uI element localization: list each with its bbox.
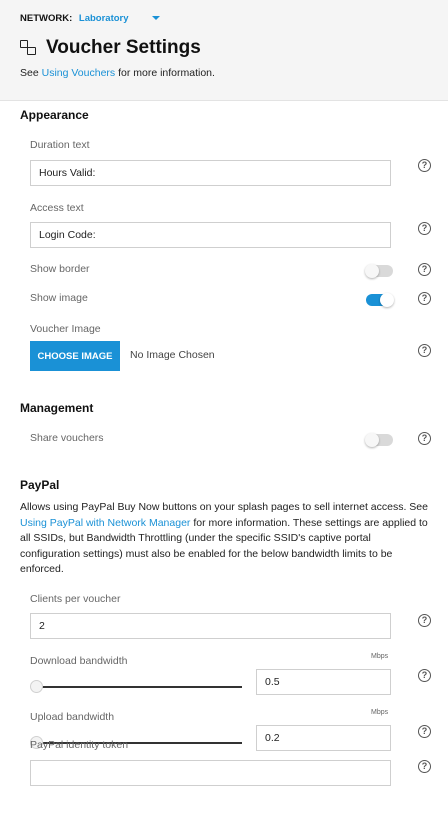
help-icon[interactable]: ? [418,669,431,682]
help-icon[interactable]: ? [418,292,431,305]
access-text-field[interactable]: Login Code: [30,222,391,248]
toggle-knob [365,264,379,278]
help-icon[interactable]: ? [418,263,431,276]
show-image-toggle[interactable] [366,293,394,307]
network-name[interactable]: Laboratory [79,13,129,24]
download-slider-handle[interactable] [30,680,43,693]
toggle-knob [380,293,394,307]
page-subtitle: See Using Vouchers for more information. [20,67,215,79]
show-border-label: Show border [30,263,90,275]
voucher-image-label: Voucher Image [30,323,101,335]
subtitle-prefix: See [20,67,42,79]
choose-image-button[interactable]: CHOOSE IMAGE [30,341,120,371]
header-divider [0,100,448,101]
help-icon[interactable]: ? [418,432,431,445]
chevron-down-icon[interactable] [152,16,160,20]
subtitle-suffix: for more information. [115,67,215,79]
access-text-label: Access text [30,202,84,214]
page-title: Voucher Settings [46,37,201,58]
paypal-heading: PayPal [20,478,60,492]
share-vouchers-toggle[interactable] [365,433,393,447]
download-bandwidth-label: Download bandwidth [30,655,128,667]
using-paypal-link[interactable]: Using PayPal with Network Manager [20,517,190,529]
help-icon[interactable]: ? [418,344,431,357]
help-icon[interactable]: ? [418,760,431,773]
show-image-label: Show image [30,292,88,304]
duration-text-label: Duration text [30,139,90,151]
download-slider-track[interactable] [36,686,242,688]
download-unit-label: Mbps [371,653,389,660]
paypal-token-label-text: PayPal identity token [30,739,129,751]
help-icon[interactable]: ? [418,725,431,738]
page-header: NETWORK: Laboratory Voucher Settings See… [0,0,448,100]
paypal-description: Allows using PayPal Buy Now buttons on y… [20,500,430,578]
voucher-icon [20,40,36,56]
toggle-knob [365,433,379,447]
duration-text-field[interactable]: Hours Valid: [30,160,391,186]
upload-bandwidth-field[interactable]: 0.2 [256,725,391,751]
clients-per-voucher-field[interactable]: 2 [30,613,391,639]
paypal-desc-text: Allows using PayPal Buy Now buttons on y… [20,501,428,513]
appearance-heading: Appearance [20,108,89,122]
network-selector[interactable]: NETWORK: Laboratory [20,13,160,24]
share-vouchers-label: Share vouchers [30,432,104,444]
download-bandwidth-field[interactable]: 0.5 [256,669,391,695]
show-border-toggle[interactable] [365,264,393,278]
paypal-identity-token-label: PayPal identity token [30,739,128,751]
clients-per-voucher-label: Clients per voucher [30,593,121,605]
help-icon[interactable]: ? [418,159,431,172]
help-icon[interactable]: ? [418,222,431,235]
network-label: NETWORK: [20,13,73,24]
paypal-identity-token-field[interactable] [30,760,391,786]
management-heading: Management [20,401,94,415]
title-row: Voucher Settings [20,37,201,59]
upload-unit-label: Mbps [371,709,389,716]
help-icon[interactable]: ? [418,614,431,627]
upload-bandwidth-label: Upload bandwidth [30,711,115,723]
no-image-chosen-text: No Image Chosen [130,349,215,361]
using-vouchers-link[interactable]: Using Vouchers [42,67,116,79]
